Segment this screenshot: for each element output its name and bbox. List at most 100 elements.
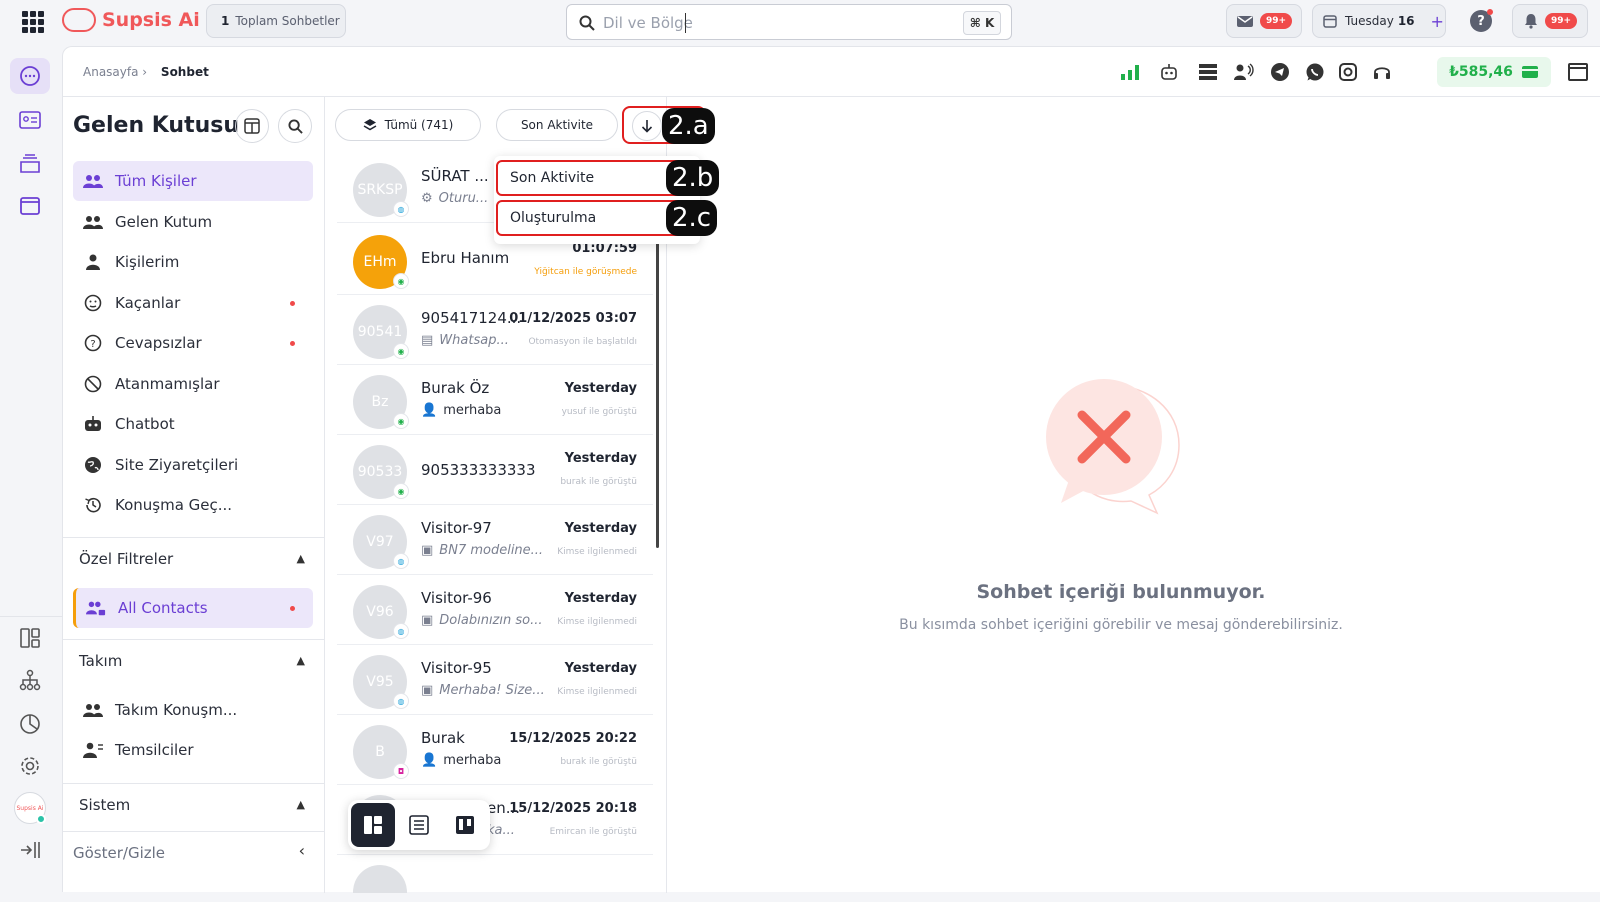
rail-reports-button[interactable] — [10, 706, 50, 742]
nav-label: Cevapsızlar — [115, 334, 202, 352]
section-title: Özel Filtreler — [79, 550, 174, 568]
avatar: SRKSP ◍ — [353, 163, 409, 217]
nav-site-visitors[interactable]: Site Ziyaretçileri — [73, 445, 313, 485]
whatsapp-icon: ◉ — [393, 343, 409, 359]
special-filters-header[interactable]: Özel Filtreler ▲ — [63, 537, 325, 579]
contact-name: Visitor-96 — [421, 589, 492, 607]
instagram-icon: ◘ — [393, 763, 409, 779]
nav-representatives[interactable]: Temsilciler — [73, 730, 313, 770]
message-time: Yesterday — [564, 381, 637, 396]
rail-window-button[interactable] — [10, 188, 50, 224]
contact-name: Visitor-97 — [421, 519, 492, 537]
sort-select[interactable]: Son Aktivite — [496, 109, 618, 141]
last-message: ▣ BN7 modeline... — [421, 543, 544, 558]
nav-chatbot[interactable]: Chatbot — [73, 404, 313, 444]
notifications-button[interactable]: 99+ — [1512, 4, 1588, 38]
list-item[interactable]: Bz ◉ Burak Öz 👤 merhaba Yesterday yusuf il… — [337, 369, 653, 435]
instagram-icon[interactable] — [1337, 61, 1359, 83]
mail-badge: 99+ — [1259, 13, 1293, 29]
smiley-icon — [83, 293, 103, 313]
whatsapp-icon[interactable] — [1304, 61, 1326, 83]
empty-state-description: Bu kısımda sohbet içeriğini görebilir ve… — [899, 617, 1343, 633]
last-message: ⚙ Oturu... — [421, 191, 489, 206]
layout-toggle-button[interactable] — [235, 109, 269, 143]
total-conversations-chip[interactable]: 1 Toplam Sohbetler — [206, 4, 346, 38]
rail-dashboard-button[interactable] — [10, 620, 50, 656]
list-item[interactable]: V95 ◍ Visitor-95 ▣ Merhaba! Size... Yester… — [337, 649, 653, 715]
list-item[interactable]: V97 ◍ Visitor-97 ▣ BN7 modeline... Yesterd… — [337, 509, 653, 575]
list-view-button[interactable] — [397, 803, 441, 847]
agents-icon[interactable] — [1233, 61, 1255, 83]
avatar: 90533 ◉ — [353, 445, 409, 499]
avatar: V97 ◍ — [353, 515, 409, 569]
brand-name: Supsis Ai — [102, 9, 200, 31]
headset-icon[interactable] — [1371, 61, 1393, 83]
rail-collapse-button[interactable] — [10, 832, 50, 868]
status-text: Yiğitcan ile görüşmede — [534, 267, 637, 277]
text-cursor — [685, 13, 686, 33]
expand-icon — [21, 842, 40, 858]
date-chip[interactable]: Tuesday 16 + — [1312, 4, 1446, 38]
message-time: 01/12/2025 03:07 — [509, 311, 637, 326]
mail-button[interactable]: 99+ — [1226, 4, 1302, 38]
add-icon[interactable]: + — [1431, 12, 1444, 31]
system-header[interactable]: Sistem ▲ — [63, 783, 325, 825]
split-layout-icon — [364, 816, 382, 834]
breadcrumb-home[interactable]: Anasayfa — [83, 65, 138, 79]
rail-hierarchy-button[interactable] — [10, 662, 50, 698]
balance-chip[interactable]: ₺585,46 — [1437, 57, 1551, 87]
filter-all-button[interactable]: Tümü (741) — [335, 109, 481, 141]
inbox-search-button[interactable] — [278, 109, 312, 143]
gear-icon — [21, 757, 39, 775]
nav-all-contacts[interactable]: Tüm Kişiler — [73, 161, 313, 201]
telegram-icon[interactable] — [1269, 61, 1291, 83]
logo-icon — [62, 8, 96, 32]
board-view-button[interactable] — [443, 803, 487, 847]
rail-contacts-button[interactable] — [10, 102, 50, 138]
team-header[interactable]: Takım ▲ — [63, 639, 325, 681]
nav-history[interactable]: Konuşma Geç... — [73, 485, 313, 525]
nav-missed[interactable]: Kaçanlar — [73, 283, 313, 323]
globe-icon: ◍ — [393, 623, 409, 639]
help-indicator — [1487, 9, 1493, 15]
nav-unanswered[interactable]: ? Cevapsızlar — [73, 323, 313, 363]
nav-my-contacts[interactable]: Kişilerim — [73, 242, 313, 282]
window-icon — [20, 197, 40, 215]
list-item[interactable]: B ◘ Burak 👤 merhaba 15/12/2025 20:22 burak… — [337, 719, 653, 785]
rail-settings-button[interactable] — [10, 748, 50, 784]
layout-icon — [244, 118, 260, 134]
nav-filter-all-contacts[interactable]: All Contacts — [73, 588, 313, 628]
search-input[interactable]: Dil ve Bölge ⌘ K — [566, 4, 1012, 40]
avatar: Bz ◉ — [353, 375, 409, 429]
nav-unassigned[interactable]: Atanmamışlar — [73, 364, 313, 404]
list-item[interactable]: V96 ◍ Visitor-96 ▣ Dolabınızın so... Yeste… — [337, 579, 653, 645]
apps-grid-icon[interactable] — [22, 11, 44, 33]
contact-name: Burak — [421, 729, 465, 747]
sort-direction-button[interactable] — [632, 111, 662, 141]
left-rail: Supsis Ai — [0, 46, 62, 892]
rail-archive-button[interactable] — [10, 146, 50, 182]
conversations-count: 1 — [221, 14, 230, 28]
message-time: 15/12/2025 20:22 — [509, 731, 637, 746]
signal-icon[interactable] — [1119, 61, 1141, 83]
empty-state-title: Sohbet içeriği bulunmuyor. — [976, 581, 1266, 603]
balance-value: ₺585,46 — [1449, 64, 1513, 80]
rail-chat-button[interactable] — [10, 58, 50, 94]
chevron-left-icon: ‹ — [298, 841, 305, 860]
server-icon[interactable] — [1197, 61, 1219, 83]
list-item[interactable]: 90541 ◉ 905417124... ▤ Whatsap... 01/12/20… — [337, 299, 653, 365]
robot-icon[interactable] — [1158, 61, 1180, 83]
list-item[interactable] — [337, 859, 653, 893]
kanban-view-button[interactable] — [351, 803, 395, 847]
nav-my-inbox[interactable]: Gelen Kutum — [73, 202, 313, 242]
contact-name: Visitor-95 — [421, 659, 492, 677]
nav-team-conversations[interactable]: Takım Konuşm... — [73, 690, 313, 730]
brand-logo[interactable]: Supsis Ai — [62, 8, 200, 32]
panel-toggle-icon[interactable] — [1567, 61, 1589, 83]
wallet-icon — [1521, 66, 1538, 78]
list-item[interactable]: 90533 ◉ 905333333333 Yesterday burak ile … — [337, 439, 653, 505]
conversations-label: Toplam Sohbetler — [235, 14, 340, 28]
show-hide-toggle[interactable]: Göster/Gizle ‹ — [63, 831, 325, 873]
breadcrumb-separator: › — [142, 65, 148, 79]
unread-dot — [290, 341, 295, 346]
